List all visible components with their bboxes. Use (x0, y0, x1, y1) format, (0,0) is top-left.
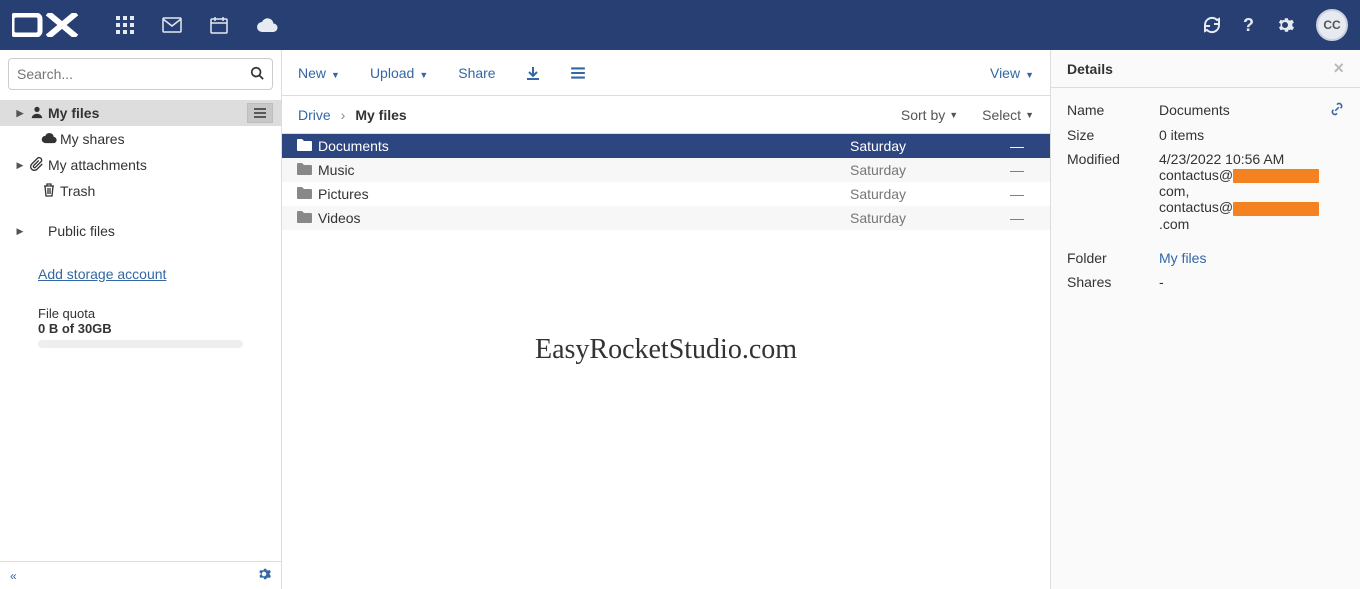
file-name: Pictures (314, 186, 850, 202)
file-name: Videos (314, 210, 850, 226)
watermark-text: EasyRocketStudio.com (535, 334, 797, 366)
settings-gear-icon[interactable] (1276, 16, 1294, 34)
file-date: Saturday (850, 138, 1010, 154)
caret-right-icon (14, 160, 26, 171)
user-avatar[interactable]: CC (1316, 9, 1348, 41)
share-link-icon[interactable] (1330, 102, 1344, 119)
search-box[interactable] (8, 58, 273, 90)
details-name-value: Documents (1159, 102, 1330, 118)
app-switcher-icons (116, 16, 278, 34)
details-modified-value: 4/23/2022 10:56 AM contactus@com, contac… (1159, 151, 1344, 232)
calendar-icon[interactable] (210, 16, 228, 34)
help-icon[interactable]: ? (1243, 15, 1254, 36)
file-date: Saturday (850, 162, 1010, 178)
file-size: — (1010, 186, 1050, 202)
trash-icon (38, 183, 60, 200)
topbar-right: ? CC (1203, 9, 1348, 41)
folder-icon (282, 186, 314, 203)
folder-icon (282, 210, 314, 227)
sidebar-settings-icon[interactable] (257, 567, 271, 584)
sidebar-item-my-shares[interactable]: My shares (0, 126, 281, 152)
file-row[interactable]: DocumentsSaturday— (282, 134, 1050, 158)
details-shares-label: Shares (1067, 274, 1159, 290)
details-name-label: Name (1067, 102, 1159, 118)
upload-dropdown[interactable]: Upload (370, 65, 428, 81)
close-details-icon[interactable]: × (1333, 58, 1344, 79)
view-dropdown[interactable]: View (990, 65, 1034, 81)
folder-icon (282, 162, 314, 179)
caret-right-icon (14, 108, 26, 119)
search-icon[interactable] (250, 66, 264, 83)
details-shares-value: - (1159, 274, 1344, 290)
download-icon[interactable] (526, 66, 540, 80)
caret-right-icon (14, 226, 26, 237)
breadcrumb-row: Drive › My files Sort by Select (282, 96, 1050, 134)
quota-label: File quota (38, 306, 281, 321)
topbar: ? CC (0, 0, 1360, 50)
file-size: — (1010, 210, 1050, 226)
file-list: EasyRocketStudio.com DocumentsSaturday—M… (282, 134, 1050, 589)
collapse-sidebar-icon[interactable]: « (10, 569, 17, 583)
redacted-text (1233, 202, 1319, 216)
folder-icon (282, 138, 314, 155)
sidebar-item-label: Public files (48, 223, 115, 239)
mail-icon[interactable] (162, 16, 182, 34)
file-date: Saturday (850, 186, 1010, 202)
paperclip-icon (26, 157, 48, 174)
sidebar-item-my-files[interactable]: My files (0, 100, 281, 126)
sidebar-item-public-files[interactable]: Public files (0, 218, 281, 244)
cloud-small-icon (38, 131, 60, 147)
details-folder-label: Folder (1067, 250, 1159, 266)
file-name: Documents (314, 138, 850, 154)
sidebar: My files My shares My attachments (0, 50, 282, 589)
apps-grid-icon[interactable] (116, 16, 134, 34)
file-quota: File quota 0 B of 30GB (0, 282, 281, 336)
breadcrumb-sep-icon: › (341, 107, 346, 123)
add-storage-account-link[interactable]: Add storage account (0, 266, 281, 282)
file-size: — (1010, 138, 1050, 154)
share-button[interactable]: Share (458, 65, 495, 81)
sidebar-item-label: My files (48, 105, 99, 121)
sidebar-item-trash[interactable]: Trash (0, 178, 281, 204)
sidebar-item-my-attachments[interactable]: My attachments (0, 152, 281, 178)
breadcrumb-root[interactable]: Drive (298, 107, 331, 123)
redacted-text (1233, 169, 1319, 183)
drive-toolbar: New Upload Share View (282, 50, 1050, 96)
sidebar-item-label: Trash (60, 183, 95, 199)
sort-by-dropdown[interactable]: Sort by (901, 107, 958, 123)
cloud-icon[interactable] (256, 16, 278, 34)
refresh-icon[interactable] (1203, 16, 1221, 34)
details-folder-value[interactable]: My files (1159, 250, 1344, 266)
caret-down-icon (419, 65, 428, 81)
file-name: Music (314, 162, 850, 178)
file-row[interactable]: VideosSaturday— (282, 206, 1050, 230)
sidebar-bottom: « (0, 561, 281, 589)
quota-value: 0 B of 30GB (38, 321, 281, 336)
details-modified-label: Modified (1067, 151, 1159, 167)
caret-down-icon (1025, 110, 1034, 120)
file-row[interactable]: MusicSaturday— (282, 158, 1050, 182)
sidebar-item-label: My attachments (48, 157, 147, 173)
content-pane: New Upload Share View Drive › My files S… (282, 50, 1050, 589)
details-size-value: 0 items (1159, 127, 1344, 143)
more-menu-icon[interactable] (570, 67, 586, 79)
new-dropdown[interactable]: New (298, 65, 340, 81)
details-pane: Details × Name Documents Size 0 items Mo… (1050, 50, 1360, 589)
caret-down-icon (949, 110, 958, 120)
quota-bar (38, 340, 243, 348)
sidebar-item-label: My shares (60, 131, 125, 147)
file-row[interactable]: PicturesSaturday— (282, 182, 1050, 206)
caret-down-icon (1025, 65, 1034, 81)
file-date: Saturday (850, 210, 1010, 226)
select-dropdown[interactable]: Select (982, 107, 1034, 123)
folder-menu-button[interactable] (247, 103, 273, 123)
caret-down-icon (331, 65, 340, 81)
search-input[interactable] (17, 66, 250, 82)
ox-logo[interactable] (12, 13, 82, 37)
user-icon (26, 105, 48, 122)
breadcrumb-current: My files (355, 107, 406, 123)
details-size-label: Size (1067, 127, 1159, 143)
file-size: — (1010, 162, 1050, 178)
details-title: Details (1067, 61, 1113, 77)
